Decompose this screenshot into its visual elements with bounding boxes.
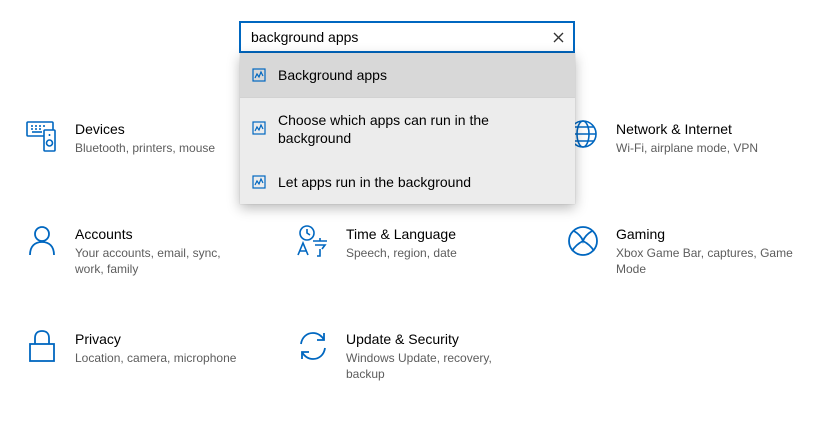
category-title: Update & Security bbox=[346, 331, 459, 347]
search-suggestions: Background apps Choose which apps can ru… bbox=[240, 53, 575, 204]
devices-icon bbox=[25, 119, 59, 153]
category-description: Location, camera, microphone bbox=[75, 351, 237, 365]
category-title: Time & Language bbox=[346, 226, 456, 242]
description-line: Xbox Game Bar, captures, Game bbox=[616, 246, 793, 260]
suggestion-item[interactable]: Let apps run in the background bbox=[240, 160, 575, 204]
category-accounts[interactable]: Accounts Your accounts, email, sync, wor… bbox=[25, 224, 221, 277]
category-description: Bluetooth, printers, mouse bbox=[75, 141, 216, 155]
settings-page-icon bbox=[252, 68, 266, 82]
suggestion-item[interactable]: Background apps bbox=[240, 53, 575, 97]
description-line: Mode bbox=[616, 262, 647, 276]
category-time-language[interactable]: Time & Language Speech, region, date bbox=[296, 224, 457, 261]
category-privacy[interactable]: Privacy Location, camera, microphone bbox=[25, 329, 236, 366]
suggestion-label: Background apps bbox=[278, 67, 387, 83]
category-title: Gaming bbox=[616, 226, 666, 242]
search-input[interactable] bbox=[241, 23, 543, 51]
category-description: Your accounts, email, sync, work, family bbox=[75, 245, 221, 277]
close-icon bbox=[553, 32, 563, 42]
category-update-security[interactable]: Update & Security Windows Update, recove… bbox=[296, 329, 492, 382]
time-language-icon bbox=[296, 224, 330, 258]
person-icon bbox=[25, 224, 59, 258]
category-description: Xbox Game Bar, captures, Game Mode bbox=[616, 245, 793, 277]
clear-search-button[interactable] bbox=[543, 23, 573, 51]
xbox-icon bbox=[566, 224, 600, 258]
suggestion-label: Choose which apps can run in the backgro… bbox=[278, 112, 489, 146]
lock-icon bbox=[25, 329, 59, 363]
category-title: Devices bbox=[75, 121, 125, 137]
category-description: Speech, region, date bbox=[346, 246, 457, 260]
category-title: Network & Internet bbox=[616, 121, 732, 137]
description-line: backup bbox=[346, 367, 385, 381]
settings-home: Devices Bluetooth, printers, mouse Netwo… bbox=[0, 0, 825, 442]
category-description: Windows Update, recovery, backup bbox=[346, 350, 492, 382]
description-line: Windows Update, recovery, bbox=[346, 351, 492, 365]
category-devices[interactable]: Devices Bluetooth, printers, mouse bbox=[25, 119, 215, 156]
settings-page-icon bbox=[252, 175, 266, 189]
description-line: work, family bbox=[75, 262, 139, 276]
category-title: Accounts bbox=[75, 226, 133, 242]
sync-icon bbox=[296, 329, 330, 363]
category-gaming[interactable]: Gaming Xbox Game Bar, captures, Game Mod… bbox=[566, 224, 793, 277]
search-box bbox=[239, 21, 575, 53]
suggestion-label: Let apps run in the background bbox=[278, 174, 472, 190]
settings-page-icon bbox=[252, 121, 266, 135]
category-network[interactable]: Network & Internet Wi-Fi, airplane mode,… bbox=[566, 119, 758, 156]
description-line: Your accounts, email, sync, bbox=[75, 246, 221, 260]
category-title: Privacy bbox=[75, 331, 121, 347]
category-description: Wi-Fi, airplane mode, VPN bbox=[616, 141, 759, 155]
suggestion-item[interactable]: Choose which apps can run in the backgro… bbox=[240, 98, 575, 160]
